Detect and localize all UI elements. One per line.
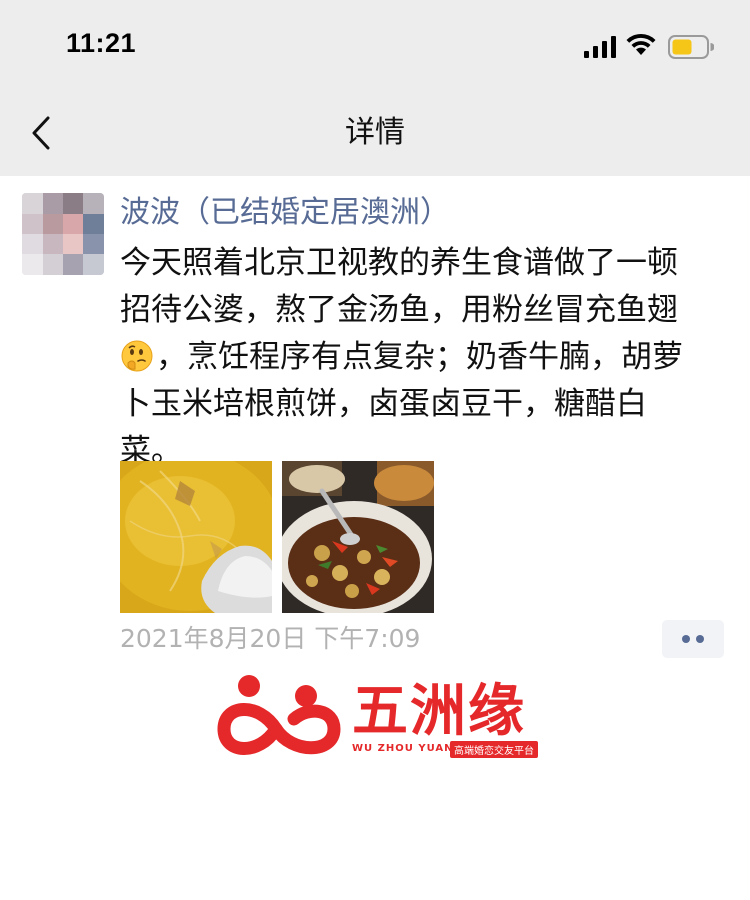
wifi-icon [626, 33, 656, 55]
post-text: 今天照着北京卫视教的养生食谱做了一顿 招待公婆，熬了金汤鱼，用粉丝冒充鱼翅 ，烹… [120, 240, 732, 475]
post-line-with-emoji: ，烹饪程序有点复杂；奶香牛腩，胡萝 [120, 334, 732, 381]
detail-screen: 11:21 详情 波波（已结婚定居澳洲） 今天照着北京卫视教的养生食谱做了一顿 … [0, 0, 750, 900]
post-line: 卜玉米培根煎饼，卤蛋卤豆干，糖醋白 [120, 386, 647, 422]
brand-tagline: 高端婚恋交友平台 [450, 741, 538, 758]
post-line: 今天照着北京卫视教的养生食谱做了一顿 [120, 245, 678, 281]
fish-soup-photo[interactable] [120, 461, 272, 613]
top-bar: 11:21 详情 [0, 0, 750, 176]
post-line: 招待公婆，熬了金汤鱼，用粉丝冒充鱼翅 [120, 292, 678, 328]
post-line-text: ，烹饪程序有点复杂；奶香牛腩，胡萝 [156, 339, 683, 375]
beef-stew-photo[interactable] [282, 461, 434, 613]
author-name[interactable]: 波波（已结婚定居澳洲） [120, 193, 450, 233]
page-title: 详情 [345, 115, 405, 150]
avatar[interactable] [22, 193, 104, 275]
more-dots-icon[interactable] [662, 620, 724, 658]
brand-pinyin: WU ZHOU YUAN [352, 743, 454, 754]
dot [696, 635, 704, 643]
brand-name: 五洲缘 [352, 679, 526, 744]
status-time: 11:21 [66, 28, 137, 58]
post-timestamp: 2021年8月20日 下午7:09 [120, 624, 421, 653]
thinking-face-emoji [121, 340, 153, 372]
signal-icon [584, 36, 616, 58]
dot [682, 635, 690, 643]
battery-icon [668, 35, 714, 59]
brand-logo-icon [217, 675, 341, 755]
